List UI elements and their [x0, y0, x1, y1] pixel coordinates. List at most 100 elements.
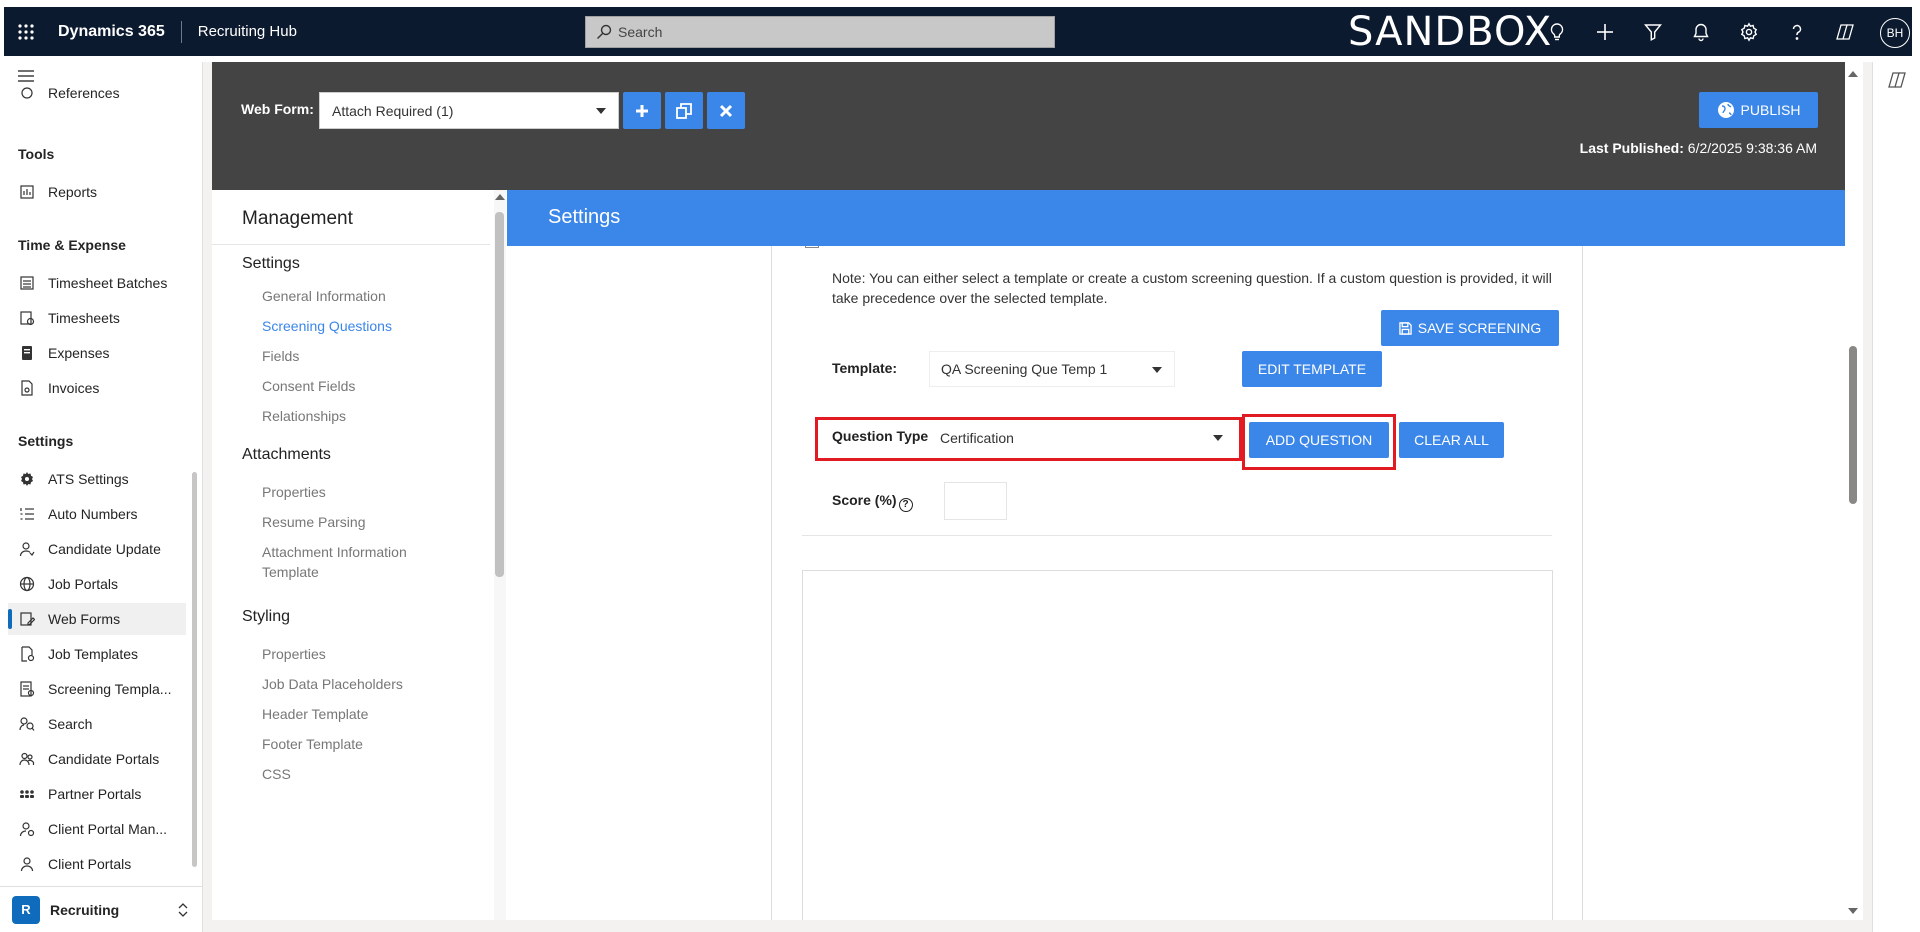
mgmt-link-general-information[interactable]: General Information — [262, 286, 452, 306]
score-label: Score (%)? — [832, 492, 913, 512]
card-divider — [802, 535, 1552, 536]
sidebar-item-client-portal-management[interactable]: Client Portal Man... — [8, 813, 186, 845]
form-edit-icon — [18, 610, 36, 628]
copilot-icon[interactable] — [1887, 70, 1907, 90]
mgmt-link-fields[interactable]: Fields — [262, 346, 452, 366]
top-bar-inner: Dynamics 365 Recruiting Hub Search SANDB… — [4, 7, 1912, 56]
page-scrollbar[interactable] — [1845, 62, 1863, 920]
scroll-up-arrow-icon[interactable] — [1848, 71, 1858, 77]
score-input[interactable] — [944, 482, 1007, 520]
sidebar-item-label: Candidate Portals — [48, 751, 160, 767]
management-title: Management — [242, 208, 353, 229]
sidebar-item-label: Client Portal Man... — [48, 821, 168, 837]
web-form-selected-value: Attach Required (1) — [332, 102, 454, 119]
mgmt-link-css[interactable]: CSS — [262, 764, 452, 784]
publish-button[interactable]: PUBLISH — [1699, 92, 1818, 128]
search-placeholder: Search — [618, 24, 663, 40]
sidebar-item-expenses[interactable]: Expenses — [8, 337, 186, 369]
scroll-up-arrow-icon[interactable] — [495, 194, 505, 200]
area-switcher[interactable]: R Recruiting — [0, 886, 203, 932]
sidebar-item-label: Web Forms — [48, 611, 121, 627]
question-type-label: Question Type: — [832, 428, 933, 444]
sidebar-item-label: Timesheet Batches — [48, 275, 168, 291]
mgmt-link-consent-fields[interactable]: Consent Fields — [262, 376, 452, 396]
global-search-input[interactable]: Search — [585, 16, 1055, 48]
mgmt-link-header-template[interactable]: Header Template — [262, 704, 452, 724]
user-avatar[interactable]: BH — [1880, 18, 1910, 48]
add-web-form-button[interactable] — [623, 92, 661, 129]
people-icon — [18, 750, 36, 768]
screening-icon — [18, 680, 36, 698]
plus-icon[interactable] — [1592, 19, 1618, 45]
sidebar-item-job-templates[interactable]: Job Templates — [8, 638, 186, 670]
save-screening-label: SAVE SCREENING — [1417, 320, 1542, 336]
sidebar-item-timesheet-batches[interactable]: Timesheet Batches — [8, 267, 186, 299]
mgmt-link-attachment-information-template[interactable]: Attachment Information Template — [262, 542, 452, 582]
scroll-down-arrow-icon[interactable] — [1848, 908, 1858, 914]
gear-icon[interactable] — [1736, 19, 1762, 45]
sidebar-item-invoices[interactable]: Invoices — [8, 372, 186, 404]
mgmt-link-resume-parsing[interactable]: Resume Parsing — [262, 512, 452, 532]
invoices-icon — [18, 379, 36, 397]
sidebar-item-label: Expenses — [48, 345, 110, 361]
sidebar-item-references[interactable]: References — [8, 84, 186, 102]
clear-all-button[interactable]: CLEAR ALL — [1399, 422, 1504, 458]
edit-template-button[interactable]: EDIT TEMPLATE — [1242, 351, 1382, 387]
template-label: Template: — [832, 360, 898, 376]
template-icon — [18, 645, 36, 663]
environment-label: SANDBOX — [1348, 9, 1553, 55]
sidebar-item-screening-templates[interactable]: Screening Templa... — [8, 673, 186, 705]
mgmt-link-attachment-properties[interactable]: Properties — [262, 482, 452, 502]
delete-web-form-button[interactable] — [707, 92, 745, 129]
copy-web-form-button[interactable] — [665, 92, 703, 129]
mgmt-link-job-data-placeholders[interactable]: Job Data Placeholders — [262, 674, 452, 694]
hamburger-menu-icon[interactable] — [16, 68, 36, 84]
gear-icon — [18, 470, 36, 488]
score-label-text: Score (%) — [832, 492, 897, 508]
screening-card: Note: You can either select a template o… — [771, 244, 1583, 920]
sidebar-item-auto-numbers[interactable]: Auto Numbers — [8, 498, 186, 530]
sidebar-item-client-portals[interactable]: Client Portals — [8, 848, 186, 880]
numbered-list-icon — [18, 505, 36, 523]
questions-editor-area[interactable] — [802, 570, 1553, 920]
sidebar-item-job-portals[interactable]: Job Portals — [8, 568, 186, 600]
brand-divider — [180, 20, 182, 43]
management-scrollbar[interactable] — [495, 212, 504, 577]
app-launcher-icon[interactable] — [4, 7, 48, 56]
brand-name[interactable]: Dynamics 365 — [58, 23, 165, 41]
question-type-select[interactable]: Certification — [929, 420, 1235, 456]
mgmt-link-relationships[interactable]: Relationships — [262, 406, 452, 426]
settings-panel: Note: You can either select a template o… — [507, 190, 1845, 920]
nav-section-tools: Tools — [18, 146, 55, 162]
lightbulb-icon[interactable] — [1544, 19, 1570, 45]
sidebar-item-web-forms[interactable]: Web Forms — [8, 603, 186, 635]
mgmt-link-screening-questions[interactable]: Screening Questions — [262, 316, 452, 336]
copilot-icon[interactable] — [1832, 19, 1858, 45]
sidebar-item-reports[interactable]: Reports — [8, 176, 186, 208]
template-select[interactable]: QA Screening Que Temp 1 — [929, 351, 1175, 387]
sidebar-item-candidate-update[interactable]: Candidate Update — [8, 533, 186, 565]
copy-icon — [676, 102, 692, 119]
sidebar-item-label: Partner Portals — [48, 786, 142, 802]
page-scrollbar-thumb[interactable] — [1849, 346, 1857, 504]
mgmt-link-footer-template[interactable]: Footer Template — [262, 734, 452, 754]
save-screening-button[interactable]: SAVE SCREENING — [1381, 310, 1559, 346]
add-question-button[interactable]: ADD QUESTION — [1249, 422, 1389, 458]
person-icon — [18, 855, 36, 873]
sidebar-item-search[interactable]: Search — [8, 708, 186, 740]
help-icon[interactable] — [1784, 19, 1810, 45]
sidebar-item-candidate-portals[interactable]: Candidate Portals — [8, 743, 186, 775]
sidebar-scrollbar[interactable] — [192, 472, 197, 867]
right-side-pane — [1872, 62, 1920, 932]
bell-icon[interactable] — [1688, 19, 1714, 45]
help-icon[interactable]: ? — [898, 497, 913, 512]
filter-icon[interactable] — [1640, 19, 1666, 45]
question-type-selected-value: Certification — [940, 430, 1014, 446]
mgmt-link-styling-properties[interactable]: Properties — [262, 644, 452, 664]
web-form-select[interactable]: Attach Required (1) — [319, 92, 619, 129]
sidebar-item-partner-portals[interactable]: Partner Portals — [8, 778, 186, 810]
sidebar-item-timesheets[interactable]: Timesheets — [8, 302, 186, 334]
sidebar-item-ats-settings[interactable]: ATS Settings — [8, 463, 186, 495]
app-name[interactable]: Recruiting Hub — [198, 23, 297, 40]
search-icon — [597, 24, 612, 39]
